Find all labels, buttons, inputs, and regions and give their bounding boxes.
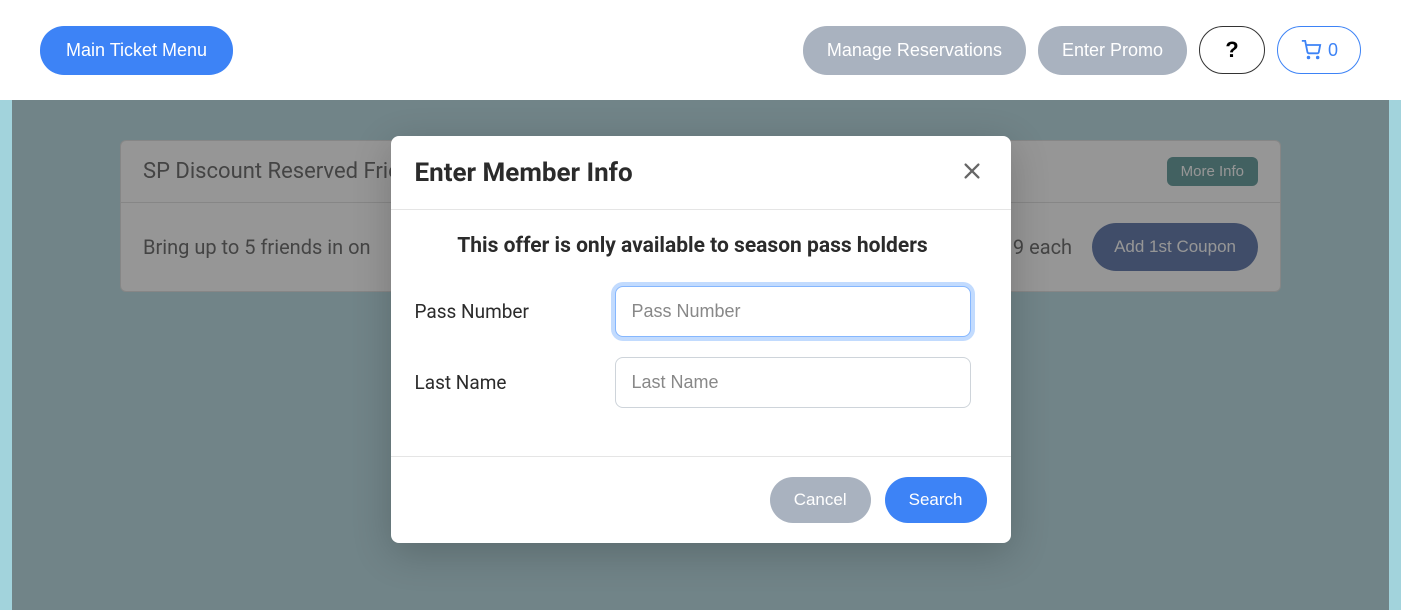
last-name-row: Last Name <box>415 357 971 408</box>
pass-number-input[interactable] <box>615 286 971 337</box>
enter-promo-button[interactable]: Enter Promo <box>1038 26 1187 75</box>
modal-close-button[interactable] <box>957 156 987 189</box>
cart-count: 0 <box>1328 40 1338 61</box>
main-ticket-menu-button[interactable]: Main Ticket Menu <box>40 26 233 75</box>
header-left: Main Ticket Menu <box>40 26 233 75</box>
pass-number-label: Pass Number <box>415 300 615 323</box>
modal-footer: Cancel Search <box>391 456 1011 543</box>
help-button[interactable]: ? <box>1199 26 1265 74</box>
manage-reservations-button[interactable]: Manage Reservations <box>803 26 1026 75</box>
question-icon: ? <box>1225 37 1238 63</box>
cancel-button[interactable]: Cancel <box>770 477 871 523</box>
cart-button[interactable]: 0 <box>1277 26 1361 74</box>
close-icon <box>961 160 983 182</box>
modal-subtitle: This offer is only available to season p… <box>415 234 971 258</box>
modal-header: Enter Member Info <box>391 136 1011 210</box>
member-info-modal: Enter Member Info This offer is only ava… <box>391 136 1011 543</box>
modal-body: This offer is only available to season p… <box>391 210 1011 456</box>
header-right: Manage Reservations Enter Promo ? 0 <box>803 26 1361 75</box>
last-name-input[interactable] <box>615 357 971 408</box>
cart-icon <box>1300 40 1322 60</box>
search-button[interactable]: Search <box>885 477 987 523</box>
modal-title: Enter Member Info <box>415 158 633 188</box>
header: Main Ticket Menu Manage Reservations Ent… <box>0 0 1401 100</box>
last-name-label: Last Name <box>415 371 615 394</box>
pass-number-row: Pass Number <box>415 286 971 337</box>
